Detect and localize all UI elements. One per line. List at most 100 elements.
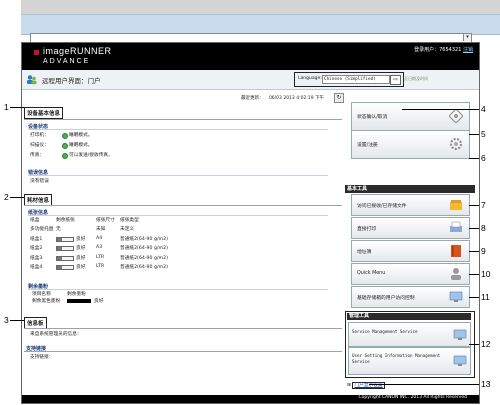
direct-print-button[interactable]: 直接打印 (351, 217, 470, 239)
callout-number: 8 (481, 223, 486, 233)
callout-number: 5 (481, 129, 486, 139)
callout-number: 4 (481, 104, 486, 114)
login-user-info: 登录用户：7654321 注销 (414, 46, 473, 53)
callout-number: 1 (4, 102, 9, 112)
page-title-bar: 远程用户界面：门户 Language: Chinese (Simplified)… (22, 70, 479, 90)
address-book-button[interactable]: 地址簿 (351, 240, 470, 262)
status-monitor-icon (449, 109, 463, 123)
monitor-icon (449, 291, 463, 302)
paper-type: 普通纸2(64-90 g/m2) (120, 236, 168, 242)
callout-number: 10 (481, 269, 491, 279)
paper-remaining: 良好 (76, 265, 86, 270)
status-monitor-cancel-button[interactable]: 状态确认/取消 (351, 102, 470, 131)
divider (28, 175, 328, 176)
status-ok-icon (62, 153, 68, 159)
message-board-value: 来自系统管理员的信息： (30, 332, 82, 337)
status-monitor-label: 状态确认/取消 (357, 115, 388, 120)
header-bar: imageRUNNER ADVANCE 登录用户：7654321 注销 (22, 43, 479, 70)
callout-leader-line (469, 344, 479, 345)
language-label: Language: (298, 76, 322, 81)
callout-number: 6 (481, 153, 486, 163)
callout-number: 11 (481, 292, 490, 302)
logout-link[interactable]: 注销 (463, 47, 473, 53)
divider (28, 289, 328, 290)
status-scanner-name: 扫描仪： (30, 143, 49, 148)
divider (24, 351, 342, 352)
status-ok-icon (62, 133, 68, 139)
paper-level-fill (57, 237, 62, 241)
paper-tray-name: 纸盒3 (30, 255, 43, 261)
paper-size: 未知 (96, 227, 106, 232)
status-ok-icon (62, 143, 68, 149)
paper-type: 普通纸2(64-90 g/m2) (120, 255, 168, 261)
paper-size: LTR (96, 264, 105, 269)
language-select[interactable]: Chinese (Simplified) (322, 75, 390, 84)
refresh-button[interactable]: ↻ (334, 93, 344, 103)
address-book-icon (451, 245, 461, 257)
settings-registration-button[interactable]: 设置/注册 (351, 130, 470, 159)
callout-number: 13 (481, 379, 491, 389)
callout-number: 7 (481, 200, 486, 210)
user-access-control-button[interactable]: 基础存储箱的用户访问控制 (351, 286, 470, 308)
status-fax-name: 传真： (30, 153, 45, 158)
paper-level-fill (57, 266, 62, 269)
callout-number: 12 (481, 339, 491, 349)
user-setting-management-label: User Setting Information Management Serv… (352, 353, 441, 364)
portal-display-settings[interactable]: ⊞ 门户显示设置 (347, 382, 385, 389)
paper-level-bar (56, 236, 74, 242)
address-book-label: 地址簿 (357, 250, 372, 255)
paper-remaining: 良好 (76, 255, 86, 261)
folder-stack-icon (450, 200, 462, 210)
remote-ui-window: imageRUNNER ADVANCE 登录用户：7654321 注销 远程用户… (21, 42, 480, 404)
paper-level-bar (56, 255, 74, 261)
quick-menu-label: Quick Menu (357, 271, 386, 276)
callout-leader-line (469, 158, 479, 159)
callout-leader-line (10, 197, 24, 198)
divider (28, 215, 328, 216)
toner-row-name: 剩余黑色墨粉 (32, 299, 61, 304)
paper-tray-name: 纸盒1 (30, 236, 43, 242)
paper-remaining: 良好 (76, 236, 86, 242)
paper-table-header: 纸张类型 (120, 218, 139, 223)
date-time-link[interactable]: 至日期及时间 (404, 76, 428, 82)
paper-type: 普通纸2(64-90 g/m2) (120, 246, 168, 251)
last-updated: 最近更新： 06/03 2013 4:02:19 下午 (241, 95, 324, 101)
status-printer-name: 打印机： (30, 133, 49, 138)
paper-level-fill (57, 247, 62, 250)
callout-leader-line (469, 251, 479, 252)
access-files-button[interactable]: 访问已接收/已存储文件 (351, 194, 470, 216)
divider (28, 129, 328, 130)
printer-icon (450, 221, 462, 232)
callout-leader-line (469, 205, 479, 206)
admin-tools-title: 管理工具 (347, 313, 471, 320)
service-management-button[interactable]: Service Management Service (348, 322, 471, 347)
last-updated-label: 最近更新： (241, 96, 264, 101)
language-apply-button[interactable]: ⇨ (390, 75, 401, 85)
paper-tray-name: 纸盒2 (30, 246, 43, 251)
paper-remaining: 良好 (76, 246, 86, 251)
status-printer-value: 睡眠模式。 (69, 133, 93, 138)
basic-tools-title: 基本工具 (345, 185, 475, 193)
address-dropdown-icon[interactable]: ▾ (463, 34, 471, 41)
paper-level-fill (57, 256, 62, 260)
status-fax-value: 可以发送/接收传真。 (69, 153, 113, 158)
paper-size: A4 (96, 235, 103, 241)
browser-title-bar (21, 0, 500, 14)
user-setting-management-button[interactable]: User Setting Information Management Serv… (348, 347, 471, 375)
callout-leader-line (469, 228, 479, 229)
product-logo-line1: imageRUNNER (43, 46, 112, 56)
device-basic-info-title: 设备基本信息 (24, 107, 64, 119)
gear-icon (450, 138, 462, 150)
copyright: Copyright CANON INC. 2013 All Rights Res… (358, 395, 467, 400)
browser-toolbar (21, 14, 500, 35)
quick-menu-button[interactable]: Quick Menu (351, 263, 470, 285)
divider (24, 119, 342, 120)
callout-leader-line (402, 109, 479, 110)
paper-type: 普通纸2(64-90 g/m2) (120, 265, 168, 270)
paper-table: 纸盒 剩余纸张 纸张尺寸 纸张类型 多功能托盘无 未知 未定义 纸盒1 良好 A4 普通纸2(64-… (30, 217, 310, 277)
monitor-icon (453, 355, 467, 366)
callout-number: 3 (4, 315, 9, 325)
error-info-value: 没有错误 (30, 179, 49, 184)
portal-display-icon: ⊞ (347, 383, 351, 388)
callout-leader-line (10, 107, 24, 108)
